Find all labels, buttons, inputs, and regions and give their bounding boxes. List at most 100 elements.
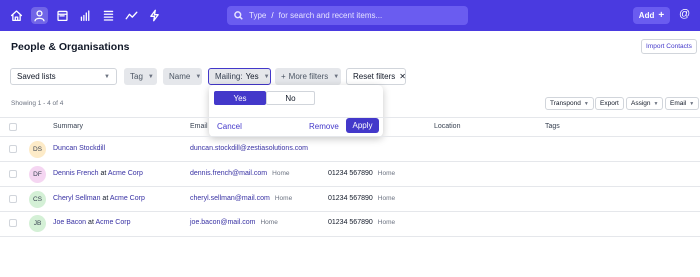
list-icon[interactable]	[100, 7, 117, 24]
mailing-filter-popover: Yes No Cancel Remove Apply	[209, 85, 383, 137]
assign-button[interactable]: Assign ▼	[626, 97, 664, 110]
chevron-down-icon: ▼	[583, 100, 589, 107]
export-button[interactable]: Export	[595, 97, 624, 110]
contact-name-link[interactable]: Joe Bacon	[53, 219, 86, 226]
email-button[interactable]: Email ▼	[665, 97, 700, 110]
import-contacts-button[interactable]: Import Contacts	[641, 39, 697, 54]
tag-filter[interactable]: Tag ▼	[124, 68, 157, 85]
bar-chart-icon[interactable]	[77, 7, 94, 24]
add-button-label: Add	[638, 11, 655, 20]
apply-button[interactable]: Apply	[346, 118, 379, 133]
lightning-icon[interactable]	[146, 7, 163, 24]
email-link[interactable]: duncan.stockdill@zestiasolutions.com	[190, 145, 308, 152]
results-count: Showing 1 - 4 of 4	[11, 100, 64, 107]
chevron-down-icon: ▼	[263, 73, 270, 80]
contact-name-link[interactable]: Duncan Stockdill	[53, 145, 105, 152]
saved-lists-label: Saved lists	[17, 72, 56, 81]
table-divider	[0, 211, 700, 212]
phone-type: Home	[377, 219, 396, 226]
row-checkbox[interactable]	[9, 145, 17, 153]
table-row-summary: Joe Bacon at Acme Corp	[53, 219, 130, 226]
row-checkbox[interactable]	[9, 195, 17, 203]
search-hint: for search and recent items...	[278, 11, 383, 20]
trend-icon[interactable]	[123, 7, 140, 24]
calendar-icon[interactable]	[54, 7, 71, 24]
search-input[interactable]: Type / for search and recent items...	[227, 6, 468, 25]
remove-button[interactable]: Remove	[309, 122, 339, 131]
search-placeholder: Type	[249, 11, 267, 20]
chevron-down-icon: ▼	[333, 73, 340, 80]
avatar: DF	[29, 166, 46, 183]
name-filter[interactable]: Name ▼	[163, 68, 202, 85]
column-location[interactable]: Location	[434, 123, 460, 130]
no-option[interactable]: No	[266, 91, 315, 105]
add-button[interactable]: Add +	[633, 7, 670, 24]
saved-lists-dropdown[interactable]: Saved lists ▼	[10, 68, 117, 85]
home-icon[interactable]	[8, 7, 25, 24]
table-divider	[0, 117, 700, 118]
more-filters-label: More filters	[288, 72, 329, 81]
at-icon[interactable]: @	[679, 8, 690, 20]
phone-cell: 01234 567890 Home	[328, 219, 395, 226]
avatar: DS	[29, 141, 46, 158]
cancel-button[interactable]: Cancel	[217, 122, 242, 131]
table-divider	[0, 186, 700, 187]
transpond-button[interactable]: Transpond ▼	[545, 97, 594, 110]
reset-filters-button[interactable]: Reset filters ✕	[346, 68, 406, 85]
select-all-checkbox[interactable]	[9, 123, 17, 131]
column-tags[interactable]: Tags	[545, 123, 560, 130]
at-text: at	[100, 170, 107, 177]
column-email[interactable]: Email	[190, 123, 208, 130]
email-link[interactable]: cheryl.sellman@mail.com	[190, 195, 270, 202]
phone-number: 01234 567890	[328, 219, 373, 226]
search-shortcut: /	[271, 11, 274, 20]
email-type: Home	[260, 219, 278, 226]
phone-type: Home	[377, 170, 396, 177]
chevron-down-icon: ▼	[653, 100, 659, 107]
plus-icon: +	[281, 72, 286, 81]
assign-label: Assign	[631, 100, 651, 107]
mailing-filter[interactable]: Mailing: Yes ▼	[208, 68, 271, 85]
mailing-filter-value: Yes	[245, 72, 259, 81]
email-label: Email	[670, 100, 687, 107]
close-icon: ✕	[399, 72, 406, 81]
phone-number: 01234 567890	[328, 195, 373, 202]
row-checkbox[interactable]	[9, 170, 17, 178]
email-type: Home	[272, 170, 290, 177]
search-icon	[234, 11, 243, 20]
organisation-link[interactable]: Acme Corp	[110, 195, 145, 202]
name-filter-label: Name	[169, 72, 191, 81]
more-filters-button[interactable]: + More filters ▼	[275, 68, 341, 85]
chevron-down-icon: ▼	[104, 73, 110, 80]
contact-name-link[interactable]: Cheryl Sellman	[53, 195, 100, 202]
table-divider	[0, 236, 700, 237]
organisation-link[interactable]: Acme Corp	[95, 219, 130, 226]
contact-name-link[interactable]: Dennis French	[53, 170, 99, 177]
email-cell: joe.bacon@mail.com Home	[190, 219, 278, 226]
tag-filter-label: Tag	[130, 72, 143, 81]
email-link[interactable]: dennis.french@mail.com	[190, 170, 267, 177]
table-row-summary: Dennis French at Acme Corp	[53, 170, 143, 177]
transpond-label: Transpond	[550, 100, 581, 107]
at-text: at	[88, 219, 94, 226]
yes-option[interactable]: Yes	[214, 91, 266, 105]
table-divider	[0, 161, 700, 162]
row-checkbox[interactable]	[9, 219, 17, 227]
column-summary[interactable]: Summary	[53, 123, 83, 130]
table-row-summary: Duncan Stockdill	[53, 145, 105, 152]
avatar: CS	[29, 191, 46, 208]
export-label: Export	[600, 100, 619, 107]
table-row-summary: Cheryl Sellman at Acme Corp	[53, 195, 145, 202]
person-icon[interactable]	[31, 7, 48, 24]
reset-filters-label: Reset filters	[353, 72, 396, 81]
email-cell: dennis.french@mail.com Home	[190, 170, 289, 177]
phone-cell: 01234 567890 Home	[328, 195, 395, 202]
email-link[interactable]: joe.bacon@mail.com	[190, 219, 255, 226]
table-divider	[0, 136, 700, 137]
phone-cell: 01234 567890 Home	[328, 170, 395, 177]
page-title: People & Organisations	[11, 41, 130, 53]
chevron-down-icon: ▼	[689, 100, 695, 107]
avatar: JB	[29, 215, 46, 232]
organisation-link[interactable]: Acme Corp	[108, 170, 143, 177]
chevron-down-icon: ▼	[195, 73, 202, 80]
